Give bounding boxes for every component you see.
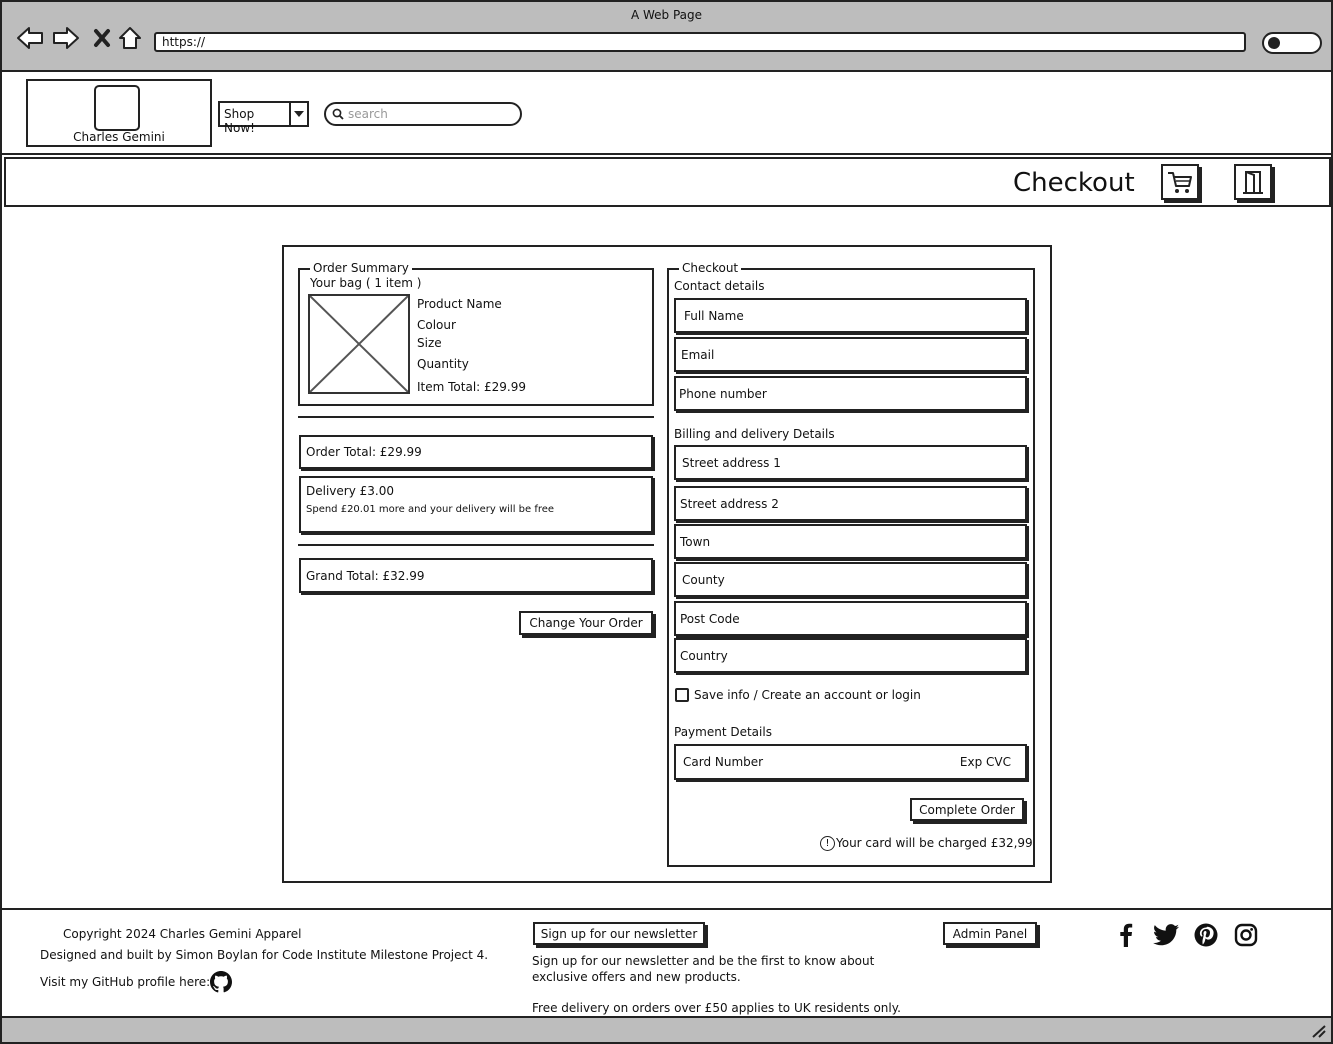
delivery-box: Delivery £3.00 Spend £20.01 more and you… xyxy=(299,476,653,533)
card-details-field[interactable]: Card Number Exp CVC xyxy=(674,744,1027,780)
resize-grip-icon[interactable] xyxy=(1311,1024,1327,1038)
charge-note: ! Your card will be charged £32,99 xyxy=(820,836,1033,851)
street-address-2-placeholder: Street address 2 xyxy=(680,496,779,511)
change-order-button[interactable]: Change Your Order xyxy=(519,611,653,635)
full-name-placeholder: Full Name xyxy=(684,308,744,323)
logo-image xyxy=(94,85,140,131)
summary-divider xyxy=(298,416,654,418)
instagram-icon[interactable] xyxy=(1233,922,1259,948)
search-input[interactable]: search xyxy=(324,102,522,126)
pinterest-icon[interactable] xyxy=(1193,922,1219,948)
product-colour: Colour xyxy=(417,318,456,332)
designed-by: Designed and built by Simon Boylan for C… xyxy=(40,948,489,962)
home-icon[interactable] xyxy=(116,24,144,52)
copyright: Copyright 2024 Charles Gemini Apparel xyxy=(63,927,302,941)
delivery-cost: Delivery £3.00 xyxy=(306,484,394,498)
shop-now-dropdown[interactable]: Shop Now! xyxy=(218,101,309,135)
charge-note-text: Your card will be charged £32,99 xyxy=(836,836,1033,850)
grand-total-text: Grand Total: £32.99 xyxy=(306,568,425,583)
admin-panel-button[interactable]: Admin Panel xyxy=(943,922,1037,945)
twitter-icon[interactable] xyxy=(1153,922,1179,948)
shop-now-label: Shop Now! xyxy=(224,107,255,135)
postcode-placeholder: Post Code xyxy=(680,611,740,626)
brand-name: Charles Gemini xyxy=(73,130,165,144)
browser-toolbar: A Web Page https:// xyxy=(2,2,1331,72)
full-name-field[interactable]: Full Name xyxy=(674,298,1027,333)
summary-divider xyxy=(298,544,654,546)
complete-order-button[interactable]: Complete Order xyxy=(910,798,1024,821)
newsletter-text-line-1: Sign up for our newsletter and be the fi… xyxy=(532,954,875,968)
browser-search[interactable] xyxy=(1262,32,1322,54)
item-total: Item Total: £29.99 xyxy=(417,380,527,394)
url-bar[interactable]: https:// xyxy=(154,32,1246,52)
page-title: Checkout xyxy=(1013,168,1135,198)
street-address-2-field[interactable]: Street address 2 xyxy=(674,486,1027,521)
footer-divider xyxy=(2,908,1331,910)
product-quantity: Quantity xyxy=(417,357,469,371)
grand-total: Grand Total: £32.99 xyxy=(299,558,653,593)
facebook-icon[interactable] xyxy=(1113,922,1139,948)
card-number-placeholder: Card Number xyxy=(683,755,764,769)
email-placeholder: Email xyxy=(681,347,715,362)
browser-status-bar xyxy=(2,1016,1331,1042)
github-icon[interactable] xyxy=(209,970,233,994)
save-info-checkbox[interactable] xyxy=(675,688,689,702)
town-field[interactable]: Town xyxy=(674,524,1027,559)
product-name: Product Name xyxy=(417,297,502,311)
info-icon: ! xyxy=(820,836,835,851)
header-divider xyxy=(2,153,1331,155)
save-info-label: Save info / Create an account or login xyxy=(694,688,921,702)
close-icon[interactable] xyxy=(88,24,116,52)
door-icon[interactable] xyxy=(1234,164,1272,200)
search-icon xyxy=(332,108,344,123)
product-image xyxy=(308,294,410,394)
product-size: Size xyxy=(417,336,442,350)
street-address-1-placeholder: Street address 1 xyxy=(682,455,781,470)
delivery-note: Spend £20.01 more and your delivery will… xyxy=(306,504,555,515)
payment-heading: Payment Details xyxy=(674,725,772,739)
postcode-field[interactable]: Post Code xyxy=(674,601,1027,636)
order-total-text: Order Total: £29.99 xyxy=(306,445,422,459)
country-field[interactable]: Country xyxy=(674,638,1027,673)
billing-heading: Billing and delivery Details xyxy=(674,427,835,441)
phone-placeholder: Phone number xyxy=(679,386,767,401)
checkout-legend: Checkout xyxy=(679,261,742,275)
order-total: Order Total: £29.99 xyxy=(299,435,653,469)
search-icon xyxy=(1268,37,1280,49)
street-address-1-field[interactable]: Street address 1 xyxy=(674,445,1027,480)
country-placeholder: Country xyxy=(680,648,728,663)
newsletter-text-line-2: exclusive offers and new products. xyxy=(532,970,741,984)
exp-cvc-placeholder: Exp CVC xyxy=(959,755,1011,769)
back-arrow-icon[interactable] xyxy=(16,24,44,52)
forward-arrow-icon[interactable] xyxy=(52,24,80,52)
window-title: A Web Page xyxy=(630,8,703,22)
free-delivery-note: Free delivery on orders over £50 applies… xyxy=(532,1001,901,1015)
county-field[interactable]: County xyxy=(674,562,1027,597)
github-text: Visit my GitHub profile here: xyxy=(40,975,211,989)
chevron-down-icon xyxy=(289,103,307,125)
order-summary-legend: Order Summary xyxy=(310,261,412,275)
email-field[interactable]: Email xyxy=(674,337,1027,372)
bag-label: Your bag ( 1 item ) xyxy=(310,276,422,290)
contact-heading: Contact details xyxy=(674,279,765,293)
phone-field[interactable]: Phone number xyxy=(674,376,1027,411)
site-logo[interactable]: Charles Gemini xyxy=(26,79,212,147)
town-placeholder: Town xyxy=(680,534,711,549)
newsletter-button[interactable]: Sign up for our newsletter xyxy=(533,922,705,945)
cart-icon[interactable] xyxy=(1161,164,1199,200)
search-placeholder: search xyxy=(348,107,388,121)
county-placeholder: County xyxy=(682,572,725,587)
